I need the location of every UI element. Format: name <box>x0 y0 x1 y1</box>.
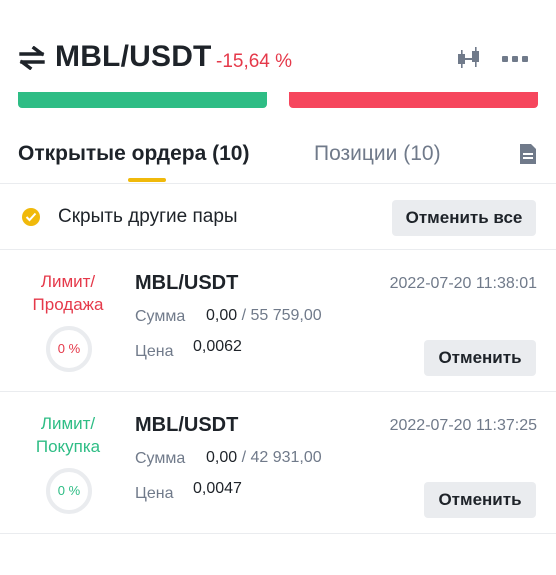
amount-label: Сумма <box>135 450 186 467</box>
pair-title[interactable]: MBL/USDT <box>55 40 212 74</box>
cancel-order-button[interactable]: Отменить <box>424 340 536 376</box>
cancel-all-button[interactable]: Отменить все <box>392 200 536 236</box>
tab-positions[interactable]: Позиции (10) <box>314 142 441 166</box>
amount-value: 0,00 / 55 759,00 <box>206 307 322 324</box>
order-history-icon[interactable] <box>518 142 538 166</box>
order-direction-label: Покупка <box>35 437 101 456</box>
order-time: 2022-07-20 11:37:25 <box>389 417 537 434</box>
price-change: -15,64 % <box>216 51 293 72</box>
order-pair: MBL/USDT <box>135 414 239 436</box>
amount-value: 0,00 / 42 931,00 <box>206 449 322 466</box>
order-side: Лимит/ Покупка <box>0 412 136 458</box>
more-dots-icon[interactable] <box>502 55 528 63</box>
order-tabs: Открытые ордера (10) Позиции (10) <box>0 134 556 184</box>
tab-open-orders[interactable]: Открытые ордера (10) <box>18 142 249 166</box>
amount-filled: 0,00 <box>206 449 238 466</box>
amount-label: Сумма <box>135 308 186 325</box>
order-direction-label: Продажа <box>32 295 104 314</box>
order-type-label: Лимит/ <box>40 414 96 433</box>
order-row: Лимит/ Продажа 0 % MBL/USDT 2022-07-20 1… <box>0 250 556 392</box>
price-label: Цена <box>135 485 174 502</box>
sell-button[interactable] <box>289 92 538 108</box>
amount-total: 42 931,00 <box>250 449 322 466</box>
checkbox-checked-icon[interactable] <box>22 208 40 226</box>
buy-button[interactable] <box>18 92 267 108</box>
cancel-order-button[interactable]: Отменить <box>424 482 536 518</box>
order-type-label: Лимит/ <box>40 272 96 291</box>
hide-other-pairs-label[interactable]: Скрыть другие пары <box>58 206 238 228</box>
price-label: Цена <box>135 343 174 360</box>
order-side: Лимит/ Продажа <box>0 270 136 316</box>
fill-progress-ring: 0 % <box>46 326 92 372</box>
candlestick-icon[interactable] <box>455 46 483 70</box>
price-value: 0,0047 <box>193 480 242 497</box>
amount-filled: 0,00 <box>206 307 238 324</box>
filter-row: Скрыть другие пары Отменить все <box>0 184 556 250</box>
header: MBL/USDT -15,64 % <box>0 0 556 92</box>
order-pair: MBL/USDT <box>135 272 239 294</box>
order-time: 2022-07-20 11:38:01 <box>389 275 537 292</box>
amount-total: 55 759,00 <box>250 307 322 324</box>
swap-arrows-icon[interactable] <box>18 46 46 70</box>
price-value: 0,0062 <box>193 338 242 355</box>
order-row: Лимит/ Покупка 0 % MBL/USDT 2022-07-20 1… <box>0 392 556 534</box>
fill-progress-ring: 0 % <box>46 468 92 514</box>
active-tab-indicator <box>128 178 166 182</box>
